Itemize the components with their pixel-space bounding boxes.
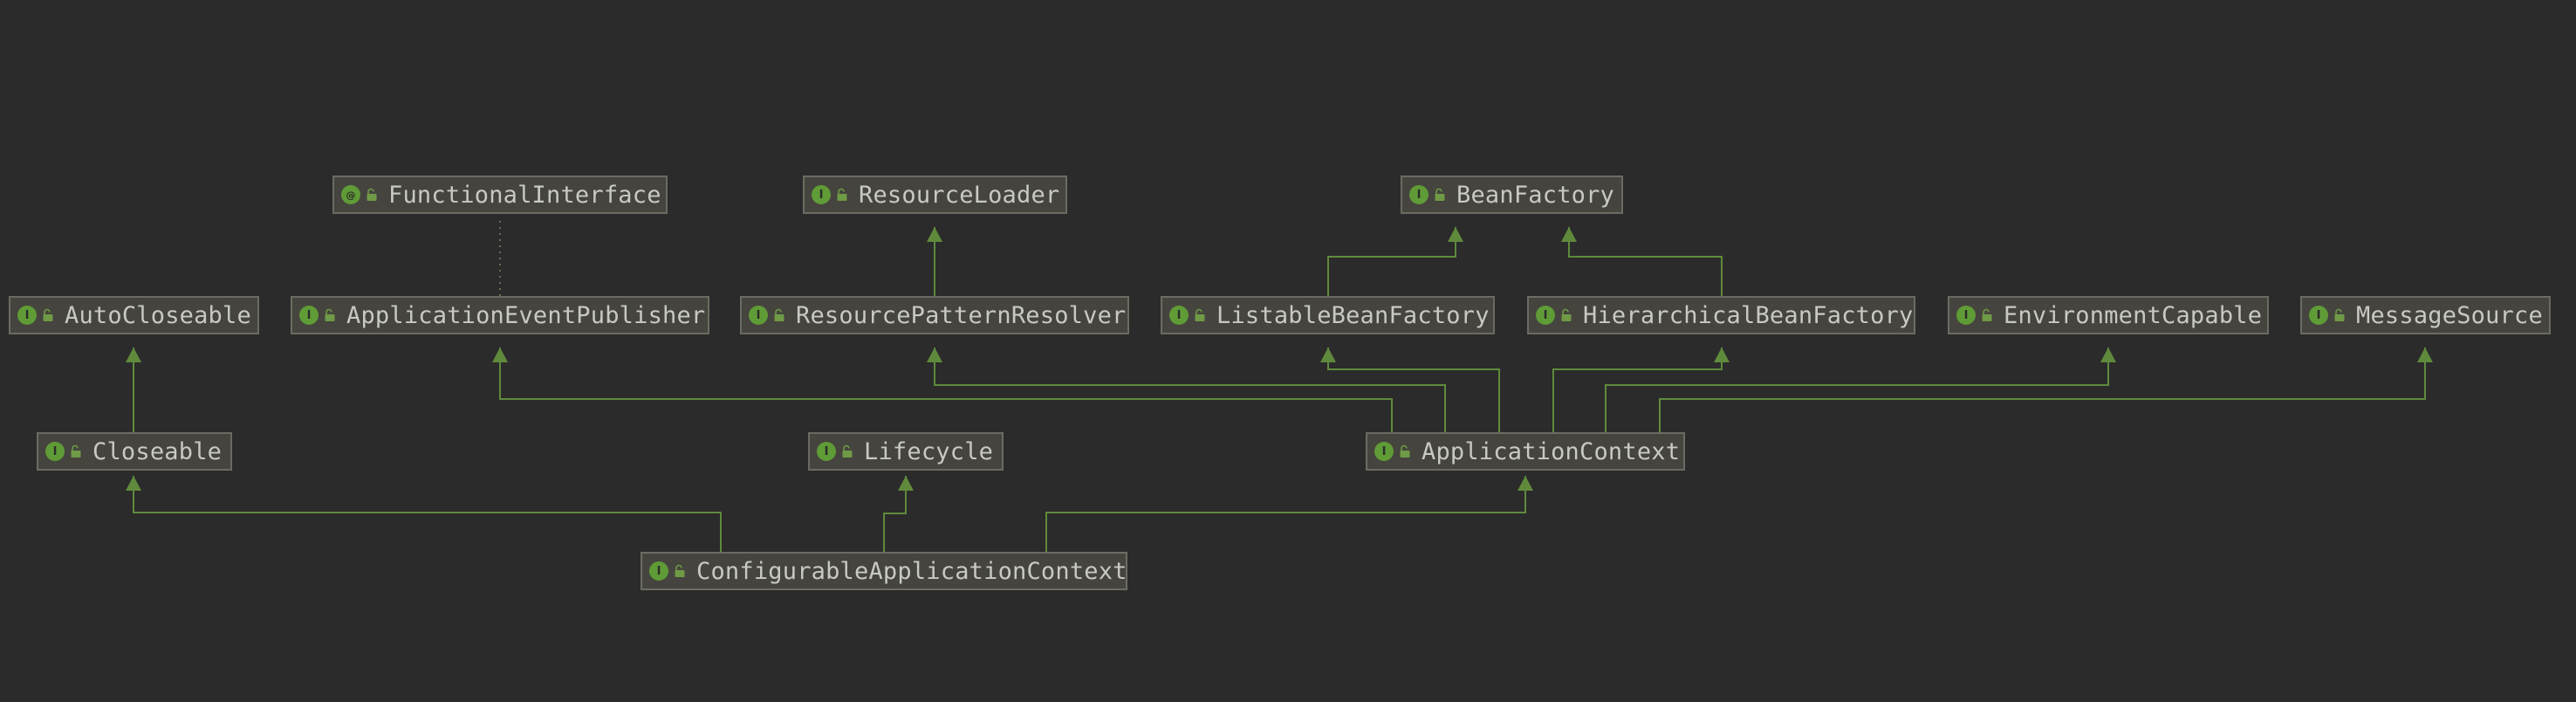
interface-badge-icon: I (749, 306, 768, 325)
arrowhead-icon (927, 348, 942, 362)
node-label: FunctionalInterface (388, 181, 661, 209)
node-message-source[interactable]: I MessageSource (2300, 296, 2551, 334)
arrowhead-icon (1561, 227, 1577, 242)
node-hierarchical-bean-factory[interactable]: I HierarchicalBeanFactory (1527, 296, 1915, 334)
edge-layer (126, 217, 2433, 552)
unlocked-icon (1195, 308, 1205, 321)
arrowhead-icon (927, 227, 942, 242)
node-label: AutoCloseable (65, 301, 251, 329)
node-label: ListableBeanFactory (1216, 301, 1490, 329)
node-resource-loader[interactable]: I ResourceLoader (803, 176, 1067, 214)
unlocked-icon (325, 308, 335, 321)
edge-line (1605, 348, 2109, 432)
unlocked-icon (2334, 308, 2345, 321)
node-application-event-publisher[interactable]: I ApplicationEventPublisher (291, 296, 709, 334)
unlocked-icon (774, 308, 784, 321)
arrowhead-icon (492, 348, 508, 362)
interface-badge-icon: I (17, 306, 37, 325)
node-label: Lifecycle (864, 437, 994, 465)
edge-line (1568, 227, 1723, 296)
unlocked-icon (842, 444, 853, 458)
edge-line (1552, 348, 1723, 432)
node-functional-interface[interactable]: @ FunctionalInterface (332, 176, 668, 214)
edge-line (499, 348, 1393, 432)
node-label: Closeable (92, 437, 223, 465)
node-bean-factory[interactable]: I BeanFactory (1401, 176, 1623, 214)
unlocked-icon (1435, 188, 1445, 201)
node-auto-closeable[interactable]: I AutoCloseable (9, 296, 259, 334)
edge-application-context-to-environment-capable (1605, 348, 2116, 432)
interface-badge-icon: I (1169, 306, 1189, 325)
arrowhead-icon (2100, 348, 2116, 362)
arrowhead-icon (126, 476, 141, 491)
node-environment-capable[interactable]: I EnvironmentCapable (1948, 296, 2269, 334)
edge-line (1045, 476, 1526, 552)
edge-line (133, 476, 722, 552)
node-closeable[interactable]: I Closeable (37, 432, 232, 471)
node-label: MessageSource (2356, 301, 2543, 329)
unlocked-icon (837, 188, 847, 201)
arrowhead-icon (1518, 476, 1533, 491)
node-label: BeanFactory (1456, 181, 1615, 209)
node-label: ResourcePatternResolver (796, 301, 1127, 329)
arrowhead-icon (126, 348, 141, 362)
annotation-badge-icon: @ (341, 185, 360, 204)
node-resource-pattern-resolver[interactable]: I ResourcePatternResolver (740, 296, 1129, 334)
interface-badge-icon: I (649, 561, 668, 581)
edge-configurable-application-context-to-lifecycle (883, 476, 914, 552)
unlocked-icon (1561, 308, 1572, 321)
node-label: HierarchicalBeanFactory (1583, 301, 1914, 329)
arrowhead-icon (1320, 348, 1336, 362)
edge-listable-bean-factory-to-bean-factory (1327, 227, 1463, 296)
interface-badge-icon: I (1409, 185, 1428, 204)
edge-application-context-to-resource-pattern-resolver (927, 348, 1446, 432)
node-label: ConfigurableApplicationContext (696, 557, 1127, 585)
interface-badge-icon: I (1374, 442, 1394, 461)
node-lifecycle[interactable]: I Lifecycle (808, 432, 1004, 471)
edge-line (1327, 348, 1500, 432)
edge-line (1659, 348, 2426, 432)
interface-badge-icon: I (45, 442, 65, 461)
arrowhead-icon (1714, 348, 1730, 362)
edge-line (934, 348, 1446, 432)
edge-configurable-application-context-to-closeable (126, 476, 722, 552)
edge-application-context-to-listable-bean-factory (1320, 348, 1500, 432)
interface-badge-icon: I (812, 185, 831, 204)
node-configurable-application-context[interactable]: I ConfigurableApplicationContext (641, 552, 1127, 590)
edge-resource-pattern-resolver-to-resource-loader (927, 227, 942, 296)
edge-application-context-to-message-source (1659, 348, 2433, 432)
unlocked-icon (675, 564, 685, 577)
uml-diagram-canvas (126, 217, 2433, 552)
unlocked-icon (367, 188, 377, 201)
edge-line (1327, 227, 1456, 296)
interface-badge-icon: I (299, 306, 319, 325)
unlocked-icon (1400, 444, 1410, 458)
edge-closeable-to-auto-closeable (126, 348, 141, 432)
edge-application-context-to-application-event-publisher (492, 348, 1393, 432)
interface-badge-icon: I (1536, 306, 1555, 325)
arrowhead-icon (1448, 227, 1463, 242)
node-application-context[interactable]: I ApplicationContext (1366, 432, 1685, 471)
unlocked-icon (71, 444, 81, 458)
node-label: ApplicationContext (1422, 437, 1681, 465)
edge-hierarchical-bean-factory-to-bean-factory (1561, 227, 1723, 296)
interface-badge-icon: I (2309, 306, 2328, 325)
interface-badge-icon: I (817, 442, 836, 461)
node-label: ApplicationEventPublisher (346, 301, 706, 329)
node-label: ResourceLoader (859, 181, 1060, 209)
interface-badge-icon: I (1956, 306, 1976, 325)
node-label: EnvironmentCapable (2004, 301, 2263, 329)
node-listable-bean-factory[interactable]: I ListableBeanFactory (1161, 296, 1495, 334)
arrowhead-icon (2417, 348, 2433, 362)
edge-configurable-application-context-to-application-context (1045, 476, 1533, 552)
unlocked-icon (43, 308, 53, 321)
edge-application-context-to-hierarchical-bean-factory (1552, 348, 1730, 432)
arrowhead-icon (898, 476, 914, 491)
unlocked-icon (1982, 308, 1992, 321)
